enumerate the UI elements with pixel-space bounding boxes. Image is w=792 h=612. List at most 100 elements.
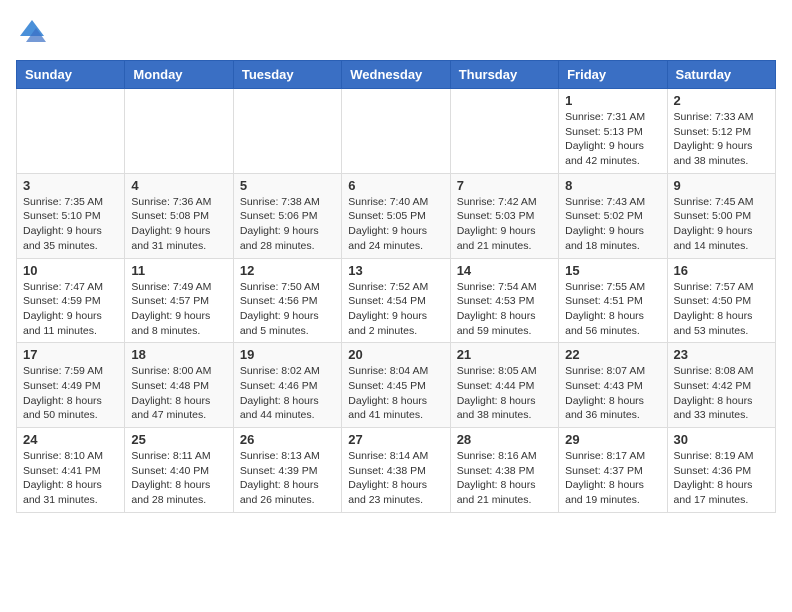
calendar-cell: 29 Sunrise: 8:17 AM Sunset: 4:37 PM Dayli… xyxy=(559,428,667,513)
day-info: Sunrise: 8:10 AM Sunset: 4:41 PM Dayligh… xyxy=(23,449,118,508)
weekday-header-monday: Monday xyxy=(125,61,233,89)
day-info: Sunrise: 7:42 AM Sunset: 5:03 PM Dayligh… xyxy=(457,195,552,254)
day-info: Sunrise: 7:35 AM Sunset: 5:10 PM Dayligh… xyxy=(23,195,118,254)
day-info: Sunrise: 7:57 AM Sunset: 4:50 PM Dayligh… xyxy=(674,280,769,339)
day-number: 12 xyxy=(240,263,335,278)
calendar-cell: 2 Sunrise: 7:33 AM Sunset: 5:12 PM Daylig… xyxy=(667,89,775,174)
day-number: 28 xyxy=(457,432,552,447)
weekday-header-tuesday: Tuesday xyxy=(233,61,341,89)
day-info: Sunrise: 8:02 AM Sunset: 4:46 PM Dayligh… xyxy=(240,364,335,423)
calendar-week-2: 3 Sunrise: 7:35 AM Sunset: 5:10 PM Daylig… xyxy=(17,173,776,258)
calendar-cell: 1 Sunrise: 7:31 AM Sunset: 5:13 PM Daylig… xyxy=(559,89,667,174)
day-info: Sunrise: 8:08 AM Sunset: 4:42 PM Dayligh… xyxy=(674,364,769,423)
calendar-cell xyxy=(450,89,558,174)
day-number: 18 xyxy=(131,347,226,362)
day-number: 14 xyxy=(457,263,552,278)
day-info: Sunrise: 8:16 AM Sunset: 4:38 PM Dayligh… xyxy=(457,449,552,508)
calendar-cell xyxy=(233,89,341,174)
day-info: Sunrise: 7:47 AM Sunset: 4:59 PM Dayligh… xyxy=(23,280,118,339)
day-info: Sunrise: 7:40 AM Sunset: 5:05 PM Dayligh… xyxy=(348,195,443,254)
calendar-cell: 17 Sunrise: 7:59 AM Sunset: 4:49 PM Dayli… xyxy=(17,343,125,428)
calendar-cell: 8 Sunrise: 7:43 AM Sunset: 5:02 PM Daylig… xyxy=(559,173,667,258)
day-info: Sunrise: 7:52 AM Sunset: 4:54 PM Dayligh… xyxy=(348,280,443,339)
day-info: Sunrise: 7:54 AM Sunset: 4:53 PM Dayligh… xyxy=(457,280,552,339)
day-info: Sunrise: 7:59 AM Sunset: 4:49 PM Dayligh… xyxy=(23,364,118,423)
calendar-cell: 16Sunrise: 7:57 AM Sunset: 4:50 PM Dayli… xyxy=(667,258,775,343)
calendar-week-1: 1 Sunrise: 7:31 AM Sunset: 5:13 PM Daylig… xyxy=(17,89,776,174)
day-info: Sunrise: 8:19 AM Sunset: 4:36 PM Dayligh… xyxy=(674,449,769,508)
calendar-cell: 22 Sunrise: 8:07 AM Sunset: 4:43 PM Dayli… xyxy=(559,343,667,428)
calendar-cell: 6 Sunrise: 7:40 AM Sunset: 5:05 PM Daylig… xyxy=(342,173,450,258)
day-number: 2 xyxy=(674,93,769,108)
day-number: 11 xyxy=(131,263,226,278)
calendar-cell xyxy=(125,89,233,174)
day-number: 3 xyxy=(23,178,118,193)
day-info: Sunrise: 7:38 AM Sunset: 5:06 PM Dayligh… xyxy=(240,195,335,254)
calendar-week-5: 24 Sunrise: 8:10 AM Sunset: 4:41 PM Dayli… xyxy=(17,428,776,513)
calendar-table: SundayMondayTuesdayWednesdayThursdayFrid… xyxy=(16,60,776,513)
day-number: 20 xyxy=(348,347,443,362)
day-info: Sunrise: 8:04 AM Sunset: 4:45 PM Dayligh… xyxy=(348,364,443,423)
day-info: Sunrise: 7:45 AM Sunset: 5:00 PM Dayligh… xyxy=(674,195,769,254)
day-number: 10 xyxy=(23,263,118,278)
weekday-header-sunday: Sunday xyxy=(17,61,125,89)
calendar-week-3: 10 Sunrise: 7:47 AM Sunset: 4:59 PM Dayli… xyxy=(17,258,776,343)
day-number: 9 xyxy=(674,178,769,193)
calendar-cell: 23 Sunrise: 8:08 AM Sunset: 4:42 PM Dayli… xyxy=(667,343,775,428)
calendar-cell: 27 Sunrise: 8:14 AM Sunset: 4:38 PM Dayli… xyxy=(342,428,450,513)
day-number: 1 xyxy=(565,93,660,108)
calendar-cell: 25 Sunrise: 8:11 AM Sunset: 4:40 PM Dayli… xyxy=(125,428,233,513)
calendar-week-4: 17 Sunrise: 7:59 AM Sunset: 4:49 PM Dayli… xyxy=(17,343,776,428)
day-info: Sunrise: 7:49 AM Sunset: 4:57 PM Dayligh… xyxy=(131,280,226,339)
day-info: Sunrise: 7:33 AM Sunset: 5:12 PM Dayligh… xyxy=(674,110,769,169)
calendar-header: SundayMondayTuesdayWednesdayThursdayFrid… xyxy=(17,61,776,89)
day-number: 26 xyxy=(240,432,335,447)
day-number: 15 xyxy=(565,263,660,278)
calendar-cell: 4Sunrise: 7:36 AM Sunset: 5:08 PM Daylig… xyxy=(125,173,233,258)
day-number: 30 xyxy=(674,432,769,447)
calendar-cell: 9 Sunrise: 7:45 AM Sunset: 5:00 PM Daylig… xyxy=(667,173,775,258)
day-info: Sunrise: 8:17 AM Sunset: 4:37 PM Dayligh… xyxy=(565,449,660,508)
calendar-cell: 3 Sunrise: 7:35 AM Sunset: 5:10 PM Daylig… xyxy=(17,173,125,258)
day-info: Sunrise: 8:14 AM Sunset: 4:38 PM Dayligh… xyxy=(348,449,443,508)
calendar-cell: 5Sunrise: 7:38 AM Sunset: 5:06 PM Daylig… xyxy=(233,173,341,258)
weekday-header-thursday: Thursday xyxy=(450,61,558,89)
day-info: Sunrise: 8:11 AM Sunset: 4:40 PM Dayligh… xyxy=(131,449,226,508)
calendar-cell: 7Sunrise: 7:42 AM Sunset: 5:03 PM Daylig… xyxy=(450,173,558,258)
day-number: 8 xyxy=(565,178,660,193)
day-info: Sunrise: 8:13 AM Sunset: 4:39 PM Dayligh… xyxy=(240,449,335,508)
calendar-cell: 24 Sunrise: 8:10 AM Sunset: 4:41 PM Dayli… xyxy=(17,428,125,513)
day-info: Sunrise: 7:31 AM Sunset: 5:13 PM Dayligh… xyxy=(565,110,660,169)
day-number: 6 xyxy=(348,178,443,193)
day-info: Sunrise: 7:50 AM Sunset: 4:56 PM Dayligh… xyxy=(240,280,335,339)
weekday-header-row: SundayMondayTuesdayWednesdayThursdayFrid… xyxy=(17,61,776,89)
day-number: 24 xyxy=(23,432,118,447)
calendar-cell: 10 Sunrise: 7:47 AM Sunset: 4:59 PM Dayli… xyxy=(17,258,125,343)
day-number: 22 xyxy=(565,347,660,362)
calendar-cell: 19 Sunrise: 8:02 AM Sunset: 4:46 PM Dayli… xyxy=(233,343,341,428)
calendar-cell: 21Sunrise: 8:05 AM Sunset: 4:44 PM Dayli… xyxy=(450,343,558,428)
day-number: 21 xyxy=(457,347,552,362)
day-number: 27 xyxy=(348,432,443,447)
day-number: 23 xyxy=(674,347,769,362)
calendar-cell: 20 Sunrise: 8:04 AM Sunset: 4:45 PM Dayli… xyxy=(342,343,450,428)
day-number: 25 xyxy=(131,432,226,447)
day-info: Sunrise: 8:00 AM Sunset: 4:48 PM Dayligh… xyxy=(131,364,226,423)
calendar-cell: 13Sunrise: 7:52 AM Sunset: 4:54 PM Dayli… xyxy=(342,258,450,343)
calendar-cell xyxy=(17,89,125,174)
day-number: 19 xyxy=(240,347,335,362)
weekday-header-saturday: Saturday xyxy=(667,61,775,89)
day-info: Sunrise: 7:43 AM Sunset: 5:02 PM Dayligh… xyxy=(565,195,660,254)
calendar-cell: 28 Sunrise: 8:16 AM Sunset: 4:38 PM Dayli… xyxy=(450,428,558,513)
calendar-cell: 26 Sunrise: 8:13 AM Sunset: 4:39 PM Dayli… xyxy=(233,428,341,513)
calendar-cell: 14 Sunrise: 7:54 AM Sunset: 4:53 PM Dayli… xyxy=(450,258,558,343)
calendar-cell: 18 Sunrise: 8:00 AM Sunset: 4:48 PM Dayli… xyxy=(125,343,233,428)
weekday-header-friday: Friday xyxy=(559,61,667,89)
day-info: Sunrise: 8:07 AM Sunset: 4:43 PM Dayligh… xyxy=(565,364,660,423)
day-number: 17 xyxy=(23,347,118,362)
day-number: 29 xyxy=(565,432,660,447)
calendar-body: 1 Sunrise: 7:31 AM Sunset: 5:13 PM Daylig… xyxy=(17,89,776,513)
calendar-cell: 30 Sunrise: 8:19 AM Sunset: 4:36 PM Dayli… xyxy=(667,428,775,513)
weekday-header-wednesday: Wednesday xyxy=(342,61,450,89)
logo-icon xyxy=(16,16,48,48)
